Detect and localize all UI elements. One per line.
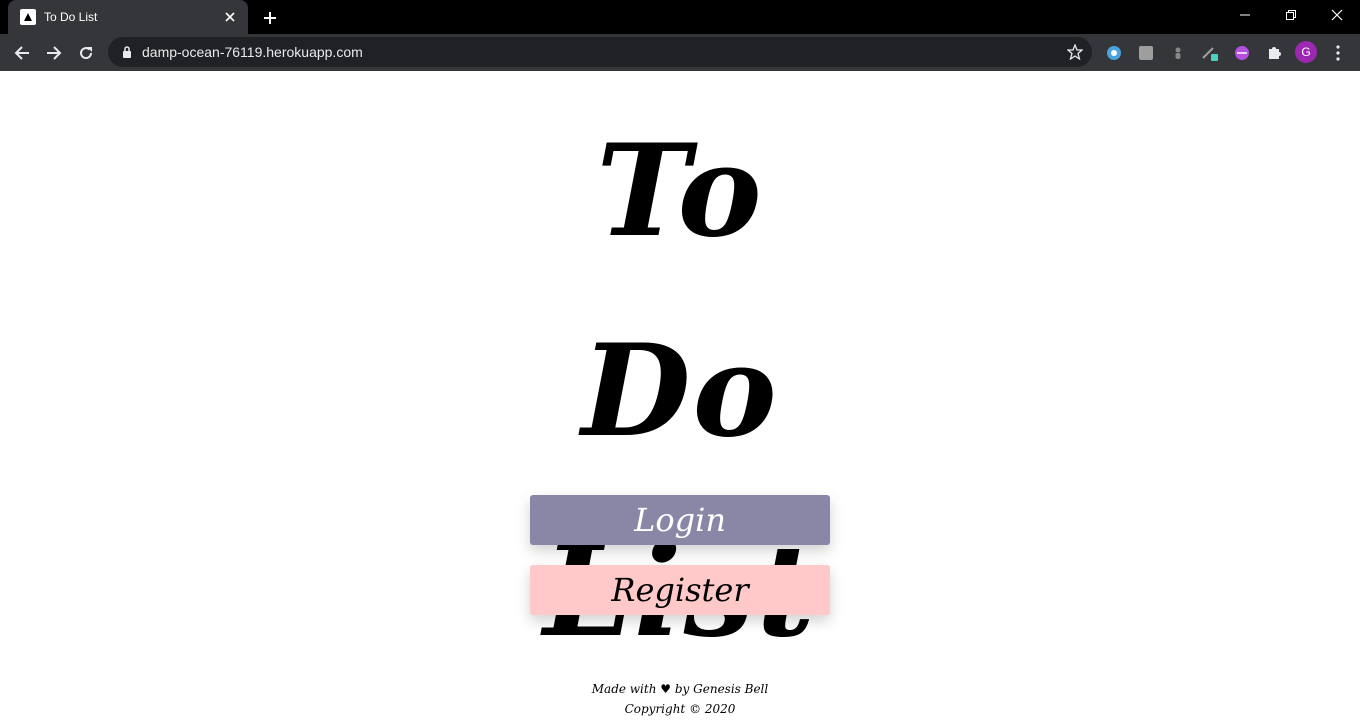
reload-icon[interactable]	[73, 40, 99, 66]
minimize-icon[interactable]	[1222, 0, 1268, 30]
more-menu-icon[interactable]	[1328, 43, 1348, 63]
profile-avatar[interactable]: G	[1295, 41, 1317, 63]
site-favicon-icon	[20, 9, 36, 25]
lock-icon	[120, 45, 134, 59]
extensions-puzzle-icon[interactable]	[1264, 43, 1284, 63]
heart-icon: ♥	[660, 682, 672, 696]
register-button[interactable]: Register	[530, 565, 830, 615]
footer-made-prefix: Made with	[591, 682, 657, 696]
extension-globe-icon[interactable]	[1104, 43, 1124, 63]
url-text: damp-ocean-76119.herokuapp.com	[142, 44, 363, 60]
close-tab-icon[interactable]	[222, 9, 238, 25]
bookmark-star-icon[interactable]	[1066, 43, 1084, 61]
new-tab-icon[interactable]	[260, 8, 280, 28]
browser-titlebar: To Do List	[0, 0, 1360, 34]
footer-copyright: Copyright © 2020	[624, 702, 736, 716]
footer: Made with ♥ by Genesis Bell Copyright © …	[480, 679, 880, 719]
page-content: To Do List Login Register Made with ♥ by…	[0, 71, 1360, 728]
extension-pen-icon[interactable]	[1200, 43, 1220, 63]
close-window-icon[interactable]	[1314, 0, 1360, 30]
footer-made-suffix: by Genesis Bell	[674, 682, 769, 696]
address-bar[interactable]: damp-ocean-76119.herokuapp.com	[108, 37, 1092, 67]
title-line-1: To Do	[581, 117, 779, 465]
footer-credit: Made with ♥ by Genesis Bell	[480, 679, 880, 699]
extension-gray-icon[interactable]	[1168, 43, 1188, 63]
login-button[interactable]: Login	[530, 495, 830, 545]
browser-tab[interactable]: To Do List	[8, 0, 248, 34]
extension-purple-icon[interactable]	[1232, 43, 1252, 63]
tab-title: To Do List	[44, 10, 98, 24]
extension-square-icon[interactable]	[1136, 43, 1156, 63]
forward-arrow-icon[interactable]	[41, 40, 67, 66]
back-arrow-icon[interactable]	[9, 40, 35, 66]
browser-toolbar: damp-ocean-76119.herokuapp.com G	[0, 34, 1360, 71]
restore-icon[interactable]	[1268, 0, 1314, 30]
